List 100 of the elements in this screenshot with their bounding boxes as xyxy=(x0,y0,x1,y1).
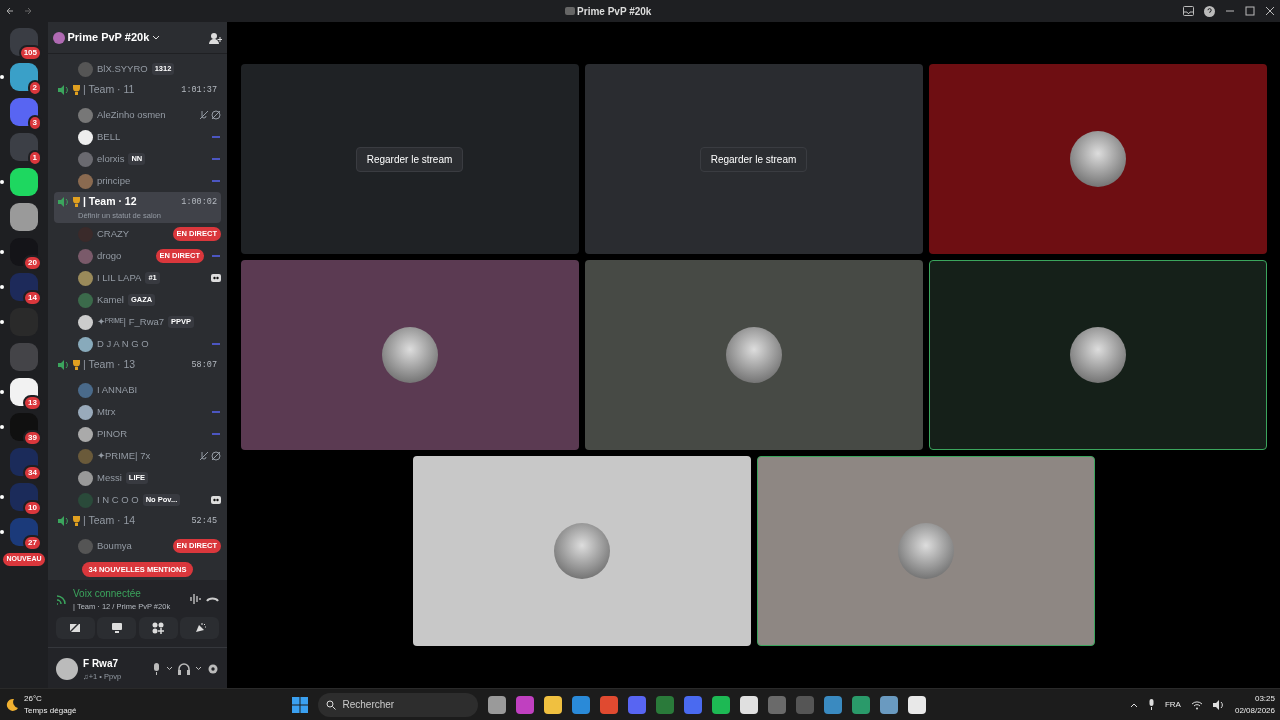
chevron-icon[interactable] xyxy=(166,666,173,672)
connection-status: Voix connectée xyxy=(73,586,142,601)
member-name[interactable]: ✦ᴾᴿᴵᴹᴱ| F_Rwa7 xyxy=(97,314,165,330)
server-icon[interactable] xyxy=(10,168,38,196)
video-tile[interactable] xyxy=(928,64,1267,254)
trophy-icon xyxy=(71,84,81,95)
avatar xyxy=(78,336,93,352)
app-icon[interactable] xyxy=(712,695,731,714)
member-name[interactable]: Kamel xyxy=(97,292,124,308)
server-name[interactable]: Prime PvP #20k xyxy=(67,29,150,46)
microphone-icon[interactable] xyxy=(152,662,161,675)
app-icon[interactable] xyxy=(880,695,899,714)
watch-stream-button[interactable]: Regarder le stream xyxy=(699,146,808,172)
chevron-icon[interactable] xyxy=(195,666,202,672)
headset-icon[interactable] xyxy=(178,662,190,675)
server-icon[interactable] xyxy=(10,518,38,546)
close-icon[interactable] xyxy=(1265,6,1275,16)
server-icon[interactable] xyxy=(10,483,38,511)
member-name[interactable]: Mtrx xyxy=(97,404,116,420)
clock-date[interactable]: 02/08/2026 xyxy=(1234,704,1275,717)
app-icon[interactable] xyxy=(740,695,759,714)
server-icon xyxy=(564,7,575,15)
member-name[interactable]: Boumya xyxy=(97,538,132,554)
back-icon[interactable] xyxy=(5,6,15,16)
server-icon[interactable] xyxy=(10,448,38,476)
avatar xyxy=(78,382,93,398)
notification-badge: 14 xyxy=(23,290,42,306)
microphone-icon[interactable] xyxy=(1147,699,1155,710)
member-name[interactable]: PINOR xyxy=(97,426,128,442)
avatar xyxy=(78,404,93,420)
wifi-icon[interactable] xyxy=(1190,699,1203,710)
start-icon[interactable] xyxy=(292,696,309,713)
avatar xyxy=(78,292,93,308)
watch-stream-button[interactable]: Regarder le stream xyxy=(355,146,464,172)
member-name[interactable]: ✦PRIME| 7x xyxy=(97,448,151,464)
language-indicator[interactable]: FRA xyxy=(1164,698,1181,711)
app-icon[interactable] xyxy=(908,695,927,714)
notification-badge: 20 xyxy=(23,255,42,271)
video-tile[interactable] xyxy=(928,260,1267,450)
inbox-icon[interactable] xyxy=(1183,6,1194,16)
help-icon[interactable] xyxy=(1204,5,1215,17)
member-name[interactable]: I LIL LAPA xyxy=(97,270,142,286)
speaker-icon xyxy=(58,515,69,526)
notification-badge: 39 xyxy=(23,430,42,446)
video-tile[interactable] xyxy=(412,456,751,646)
video-tile[interactable] xyxy=(756,456,1095,646)
chevron-icon[interactable] xyxy=(151,34,160,41)
speaker-icon xyxy=(58,359,69,370)
server-icon[interactable] xyxy=(10,203,38,231)
server-icon[interactable] xyxy=(10,378,38,406)
member-name[interactable]: D J A N G O xyxy=(97,336,149,352)
member-name[interactable]: BlX.SYYRO xyxy=(97,61,148,77)
server-icon[interactable] xyxy=(10,273,38,301)
user-avatar[interactable] xyxy=(56,657,78,680)
activities-button[interactable] xyxy=(138,616,178,639)
member-name[interactable]: Messi xyxy=(97,470,122,486)
camera-off-button[interactable] xyxy=(56,616,95,639)
voice-channel[interactable]: | Team · 13 58:07 xyxy=(54,355,221,379)
app-icon[interactable] xyxy=(544,695,563,714)
temperature: 26°C xyxy=(24,692,43,705)
member-name[interactable]: CRAZY xyxy=(97,226,130,242)
member-name[interactable]: I ANNABI xyxy=(97,382,138,398)
volume-icon[interactable] xyxy=(1212,699,1225,710)
weather-condition: Temps dégagé xyxy=(24,704,77,717)
soundboard-icon xyxy=(193,621,206,634)
soundboard-button[interactable] xyxy=(180,616,219,639)
member-name[interactable]: elorxis xyxy=(97,151,125,167)
video-tile[interactable] xyxy=(584,260,923,450)
trophy-icon xyxy=(71,515,81,526)
avatar xyxy=(78,173,93,189)
member-name[interactable]: principe xyxy=(97,173,131,189)
video-tile[interactable] xyxy=(240,260,579,450)
avatar xyxy=(78,151,93,167)
screen-share-button[interactable] xyxy=(97,616,137,639)
video-tile[interactable]: Regarder le stream xyxy=(240,64,579,254)
add-member-icon[interactable] xyxy=(209,31,222,44)
search-field[interactable]: Rechercher xyxy=(318,692,479,717)
chevron-up-icon[interactable] xyxy=(1129,701,1138,708)
server-icon[interactable] xyxy=(10,413,38,441)
video-tile[interactable]: Regarder le stream xyxy=(584,64,923,254)
clock-time[interactable]: 03:25 xyxy=(1234,692,1275,705)
server-icon[interactable] xyxy=(10,238,38,266)
noise-icon[interactable] xyxy=(189,592,201,605)
voice-channel[interactable]: | Team · 11 1:01:37 xyxy=(54,80,221,104)
app-icon[interactable] xyxy=(488,695,507,714)
avatar xyxy=(78,129,93,145)
speaker-icon xyxy=(58,84,69,95)
member-name[interactable]: I N C O O xyxy=(97,492,139,508)
notification-badge: 10 xyxy=(23,500,42,516)
moon-icon xyxy=(5,697,19,712)
avatar xyxy=(78,448,93,464)
member-name[interactable]: drogo xyxy=(97,248,122,264)
notification-badge: 27 xyxy=(23,535,42,551)
camera-off-icon xyxy=(69,621,82,634)
settings-icon[interactable] xyxy=(207,662,219,675)
maximize-icon[interactable] xyxy=(1245,6,1255,16)
member-name[interactable]: AleZinho osmen xyxy=(97,107,166,123)
forward-icon[interactable] xyxy=(23,6,33,16)
voice-channel[interactable]: | Team · 14 52:45 xyxy=(54,511,221,535)
member-name[interactable]: BELL xyxy=(97,129,121,145)
